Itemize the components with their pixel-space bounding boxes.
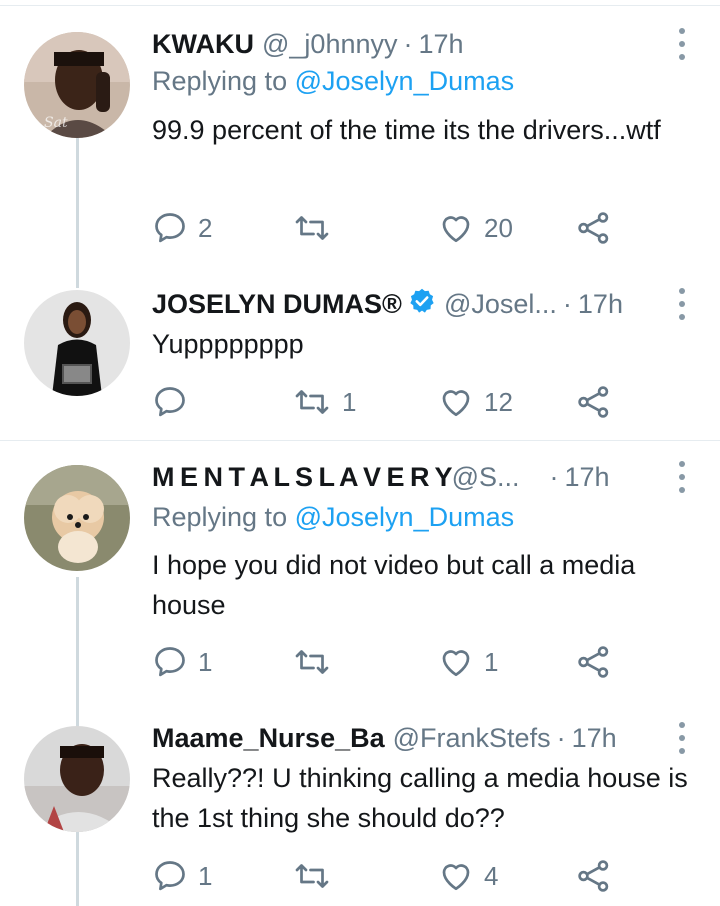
reply-count: 2 bbox=[198, 212, 213, 243]
verified-badge-icon bbox=[408, 287, 436, 322]
like-count: 1 bbox=[484, 646, 499, 677]
retweet-icon bbox=[295, 864, 329, 888]
timestamp[interactable]: 17h bbox=[419, 29, 464, 60]
share-button[interactable] bbox=[576, 208, 612, 248]
tweet-text: I hope you did not video but call a medi… bbox=[152, 550, 636, 620]
like-count: 20 bbox=[484, 212, 513, 243]
avatar[interactable] bbox=[24, 726, 130, 832]
more-icon[interactable] bbox=[676, 461, 688, 493]
author-name[interactable]: Maame_Nurse_Ba bbox=[152, 723, 385, 754]
more-icon[interactable] bbox=[676, 722, 688, 754]
like-button[interactable]: 20 bbox=[438, 208, 513, 248]
retweet-count: 1 bbox=[342, 386, 357, 417]
author-handle[interactable]: @FrankStefs bbox=[393, 723, 551, 754]
timestamp[interactable]: 17h bbox=[572, 723, 617, 754]
separator-dot: · bbox=[549, 461, 559, 492]
reply-count: 1 bbox=[198, 646, 213, 677]
share-button[interactable] bbox=[576, 642, 612, 682]
retweet-button[interactable]: 1 bbox=[292, 382, 356, 422]
retweet-button[interactable] bbox=[292, 642, 342, 682]
timestamp[interactable]: 17h bbox=[578, 289, 623, 320]
author-name[interactable]: M E N T A L S L A V E R Y bbox=[152, 462, 453, 493]
like-button[interactable]: 1 bbox=[438, 642, 498, 682]
like-icon bbox=[442, 864, 470, 891]
like-icon bbox=[442, 216, 470, 243]
timestamp[interactable]: 17h bbox=[564, 462, 609, 493]
thread-line bbox=[76, 138, 79, 288]
separator-dot: · bbox=[556, 722, 566, 753]
like-count: 12 bbox=[484, 386, 513, 417]
like-button[interactable]: 4 bbox=[438, 856, 498, 896]
tweet-text: Really??! U thinking calling a media hou… bbox=[152, 763, 688, 833]
retweet-icon bbox=[295, 390, 329, 414]
tweet-maame[interactable]: Maame_Nurse_Ba @FrankStefs · 17h Really?… bbox=[0, 720, 720, 906]
thread-line bbox=[76, 577, 79, 727]
share-icon bbox=[578, 212, 609, 244]
reply-icon bbox=[155, 213, 185, 243]
author-handle[interactable]: @S... bbox=[452, 462, 520, 493]
replying-to-label: Replying to bbox=[152, 66, 288, 96]
author-handle[interactable]: @_j0hnnyy bbox=[262, 29, 398, 60]
share-icon bbox=[578, 860, 609, 892]
tweet-actions: 1 12 bbox=[152, 382, 622, 422]
reply-button[interactable] bbox=[152, 382, 198, 422]
reply-button[interactable]: 1 bbox=[152, 642, 212, 682]
like-button[interactable]: 12 bbox=[438, 382, 513, 422]
author-name[interactable]: KWAKU bbox=[152, 29, 254, 60]
like-icon bbox=[442, 650, 470, 677]
avatar[interactable] bbox=[24, 465, 130, 571]
tweet-text: Yupppppppp bbox=[152, 329, 304, 359]
thread-line bbox=[76, 832, 79, 906]
avatar[interactable] bbox=[24, 290, 130, 396]
retweet-icon bbox=[295, 650, 329, 674]
more-icon[interactable] bbox=[676, 288, 688, 320]
tweet-text: 99.9 percent of the time its the drivers… bbox=[152, 115, 661, 145]
replying-to: Replying to @Joselyn_Dumas bbox=[152, 502, 514, 533]
author-handle[interactable]: @Josel... bbox=[444, 289, 557, 320]
tweet-joselyn[interactable]: JOSELYN DUMAS® @Josel... · 17h Yuppppppp… bbox=[0, 287, 720, 440]
reply-icon bbox=[155, 647, 185, 677]
replying-to-mention[interactable]: @Joselyn_Dumas bbox=[295, 502, 515, 532]
author-name[interactable]: JOSELYN DUMAS® bbox=[152, 289, 402, 320]
retweet-button[interactable] bbox=[292, 208, 342, 248]
tweet-actions: 1 1 bbox=[152, 642, 622, 682]
like-count: 4 bbox=[484, 860, 499, 891]
replying-to: Replying to @Joselyn_Dumas bbox=[152, 66, 514, 97]
svg-text:Sat: Sat bbox=[44, 115, 68, 131]
retweet-icon bbox=[295, 216, 329, 240]
reply-icon bbox=[155, 387, 185, 417]
separator-dot: · bbox=[562, 288, 572, 319]
replying-to-mention[interactable]: @Joselyn_Dumas bbox=[295, 66, 515, 96]
share-button[interactable] bbox=[576, 856, 612, 896]
retweet-button[interactable] bbox=[292, 856, 342, 896]
reply-icon bbox=[155, 861, 185, 891]
reply-button[interactable]: 2 bbox=[152, 208, 212, 248]
reply-button[interactable]: 1 bbox=[152, 856, 212, 896]
tweet-mentalslavery[interactable]: M E N T A L S L A V E R Y @S... · 17h Re… bbox=[0, 441, 720, 727]
tweet-actions: 2 20 bbox=[152, 208, 622, 248]
share-icon bbox=[578, 386, 609, 418]
separator-dot: · bbox=[403, 28, 413, 59]
like-icon bbox=[442, 390, 470, 417]
share-icon bbox=[578, 646, 609, 678]
avatar[interactable]: Sat bbox=[24, 32, 130, 138]
tweet-actions: 1 4 bbox=[152, 856, 622, 896]
replying-to-label: Replying to bbox=[152, 502, 288, 532]
more-icon[interactable] bbox=[676, 28, 688, 60]
tweet-kwaku[interactable]: Sat KWAKU @_j0hnnyy · 17h Replying to @J… bbox=[0, 0, 720, 290]
share-button[interactable] bbox=[576, 382, 612, 422]
reply-count: 1 bbox=[198, 860, 213, 891]
